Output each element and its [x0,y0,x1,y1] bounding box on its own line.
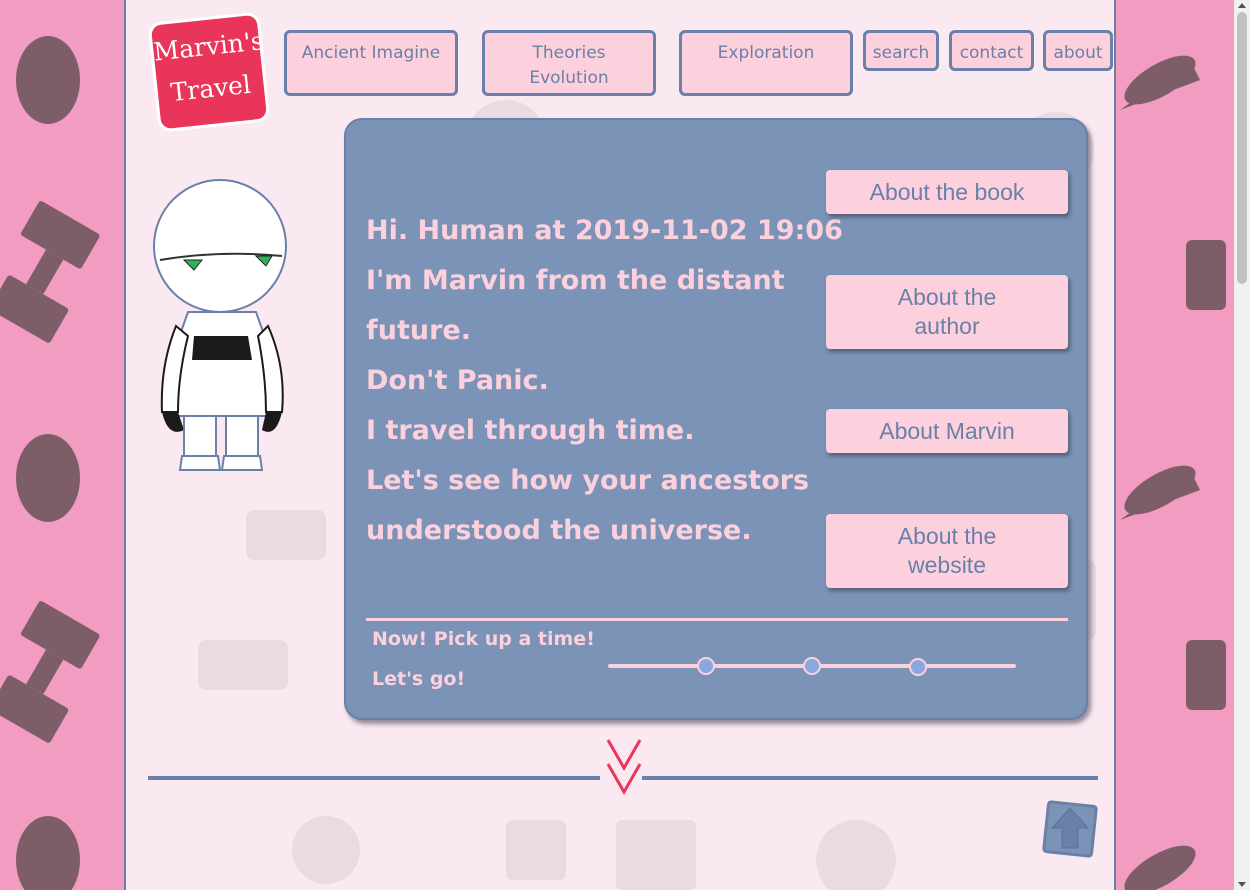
nav-exploration[interactable]: Exploration [679,30,853,96]
intro-line-3: future. [366,315,471,346]
back-to-top-button[interactable] [1042,800,1098,858]
nav-theories-evolution-label: Theories Evolution [529,43,609,88]
page-container: Marvin's Travel Ancient Imagine Theories… [124,0,1116,890]
intro-line-greeting: Hi. Human at 2019-11-02 19:06 [366,215,843,246]
pick-time-prompt: Now! Pick up a time! [372,628,595,650]
lets-go-link[interactable]: Let's go! [372,668,465,690]
page-scrollbar[interactable] [1234,0,1250,890]
nav-ancient-imagine[interactable]: Ancient Imagine [284,30,458,96]
marvin-robot-illustration [153,179,287,471]
time-slider-knob-2[interactable] [803,657,821,675]
about-author-button[interactable]: About the author [826,275,1068,349]
section-divider-left [148,776,600,780]
scrollbar-thumb[interactable] [1237,12,1247,284]
intro-line-5: I travel through time. [366,415,695,446]
intro-line-7: understood the universe. [366,515,752,546]
nav-contact[interactable]: contact [949,30,1034,71]
about-website-label: About the website [897,523,997,578]
panel-divider [366,618,1068,621]
nav-theories-evolution[interactable]: Theories Evolution [482,30,656,96]
intro-line-2: I'm Marvin from the distant [366,265,785,296]
about-author-label: About the author [897,284,997,339]
intro-line-6: Let's see how your ancestors [366,465,810,496]
section-divider-right [642,776,1098,780]
scroll-down-icon[interactable] [1238,882,1246,887]
nav-about[interactable]: about [1043,30,1113,71]
time-slider-knob-3[interactable] [909,658,928,676]
intro-panel: Hi. Human at 2019-11-02 19:06 I'm Marvin… [344,118,1088,720]
time-slider-knob-1[interactable] [696,657,715,675]
about-book-button[interactable]: About the book [826,170,1068,214]
nav-search[interactable]: search [863,30,939,71]
intro-line-4: Don't Panic. [366,365,549,396]
intro-message: Hi. Human at 2019-11-02 19:06 I'm Marvin… [366,206,843,556]
scroll-up-icon[interactable] [1238,3,1246,8]
chevron-double-down-icon[interactable] [604,738,644,800]
site-logo[interactable]: Marvin's Travel [150,14,268,130]
about-marvin-button[interactable]: About Marvin [826,409,1068,453]
about-website-button[interactable]: About the website [826,514,1068,588]
